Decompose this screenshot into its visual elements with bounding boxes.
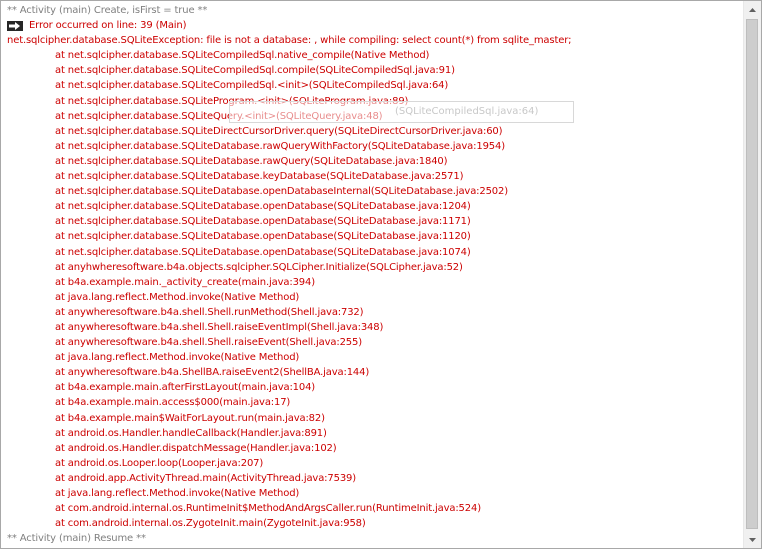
stack-trace-line: at net.sqlcipher.database.SQLiteDatabase… [55,155,448,167]
stack-trace-line: at net.sqlcipher.database.SQLiteDatabase… [55,171,464,183]
scroll-up-arrow-icon[interactable] [744,1,761,18]
stack-trace-line: at anywheresoftware.b4a.shell.Shell.rais… [55,321,384,333]
error-line[interactable]: Error occurred on line: 39 (Main) [7,18,737,33]
stack-trace-line: at b4a.example.main.access$000(main.java… [55,397,291,409]
stack-trace-line: at b4a.example.main$WaitForLayout.run(ma… [55,412,325,424]
log-footer-line: ** Activity (main) Resume ** [7,533,146,545]
scrollbar-thumb[interactable] [746,19,758,529]
scroll-down-arrow-icon[interactable] [744,531,761,548]
stack-trace-line: at net.sqlcipher.database.SQLiteDatabase… [55,186,508,198]
stack-trace: at net.sqlcipher.database.SQLiteCompiled… [7,48,737,531]
log-content: ** Activity (main) Create, isFirst = tru… [7,3,737,546]
stack-trace-line: at android.os.Handler.handleCallback(Han… [55,427,327,439]
log-panel[interactable]: ** Activity (main) Create, isFirst = tru… [0,0,762,549]
stack-trace-line: at anywheresoftware.b4a.shell.Shell.runM… [55,306,364,318]
stack-trace-line: at b4a.example.main._activity_create(mai… [55,276,315,288]
stack-trace-line: at net.sqlcipher.database.SQLiteCompiled… [55,50,430,62]
stack-trace-line: at com.android.internal.os.RuntimeInit$M… [55,503,481,515]
vertical-scrollbar[interactable] [743,1,761,548]
stack-trace-line: at anyhwheresoftware.b4a.objects.sqlciph… [55,261,463,273]
stack-trace-line: at anywheresoftware.b4a.shell.Shell.rais… [55,337,362,349]
stack-trace-line: at net.sqlcipher.database.SQLiteDatabase… [55,140,505,152]
stack-trace-line: at java.lang.reflect.Method.invoke(Nativ… [55,291,300,303]
stack-trace-line: at java.lang.reflect.Method.invoke(Nativ… [55,352,300,364]
stack-trace-line: at net.sqlcipher.database.SQLiteCompiled… [55,65,455,77]
stack-trace-line: at net.sqlcipher.database.SQLiteDatabase… [55,246,471,258]
stack-trace-line: at net.sqlcipher.database.SQLiteDatabase… [55,231,471,243]
arrow-right-icon [7,20,23,31]
stack-trace-line: at android.os.Looper.loop(Looper.java:20… [55,457,264,469]
stack-trace-line: at net.sqlcipher.database.SQLiteCompiled… [55,80,449,92]
stack-trace-line: at java.lang.reflect.Method.invoke(Nativ… [55,488,300,499]
stack-trace-line: at net.sqlcipher.database.SQLiteQuery.<i… [55,110,383,122]
stack-trace-line: at com.android.internal.os.ZygoteInit.ma… [55,518,366,530]
stack-trace-line: at net.sqlcipher.database.SQLiteDirectCu… [55,125,503,137]
error-line-text: Error occurred on line: 39 (Main) [29,20,187,32]
stack-trace-line: at anywheresoftware.b4a.ShellBA.raiseEve… [55,367,370,379]
stack-trace-line: at b4a.example.main.afterFirstLayout(mai… [55,382,316,394]
exception-line: net.sqlcipher.database.SQLiteException: … [7,35,572,47]
stack-trace-line: at net.sqlcipher.database.SQLiteDatabase… [55,216,471,228]
stack-trace-line: at android.os.Handler.dispatchMessage(Ha… [55,442,337,454]
log-header-line: ** Activity (main) Create, isFirst = tru… [7,5,208,16]
stack-trace-line: at net.sqlcipher.database.SQLiteProgram.… [55,95,409,107]
stack-trace-line: at android.app.ActivityThread.main(Activ… [55,472,357,484]
stack-trace-line: at net.sqlcipher.database.SQLiteDatabase… [55,201,471,213]
